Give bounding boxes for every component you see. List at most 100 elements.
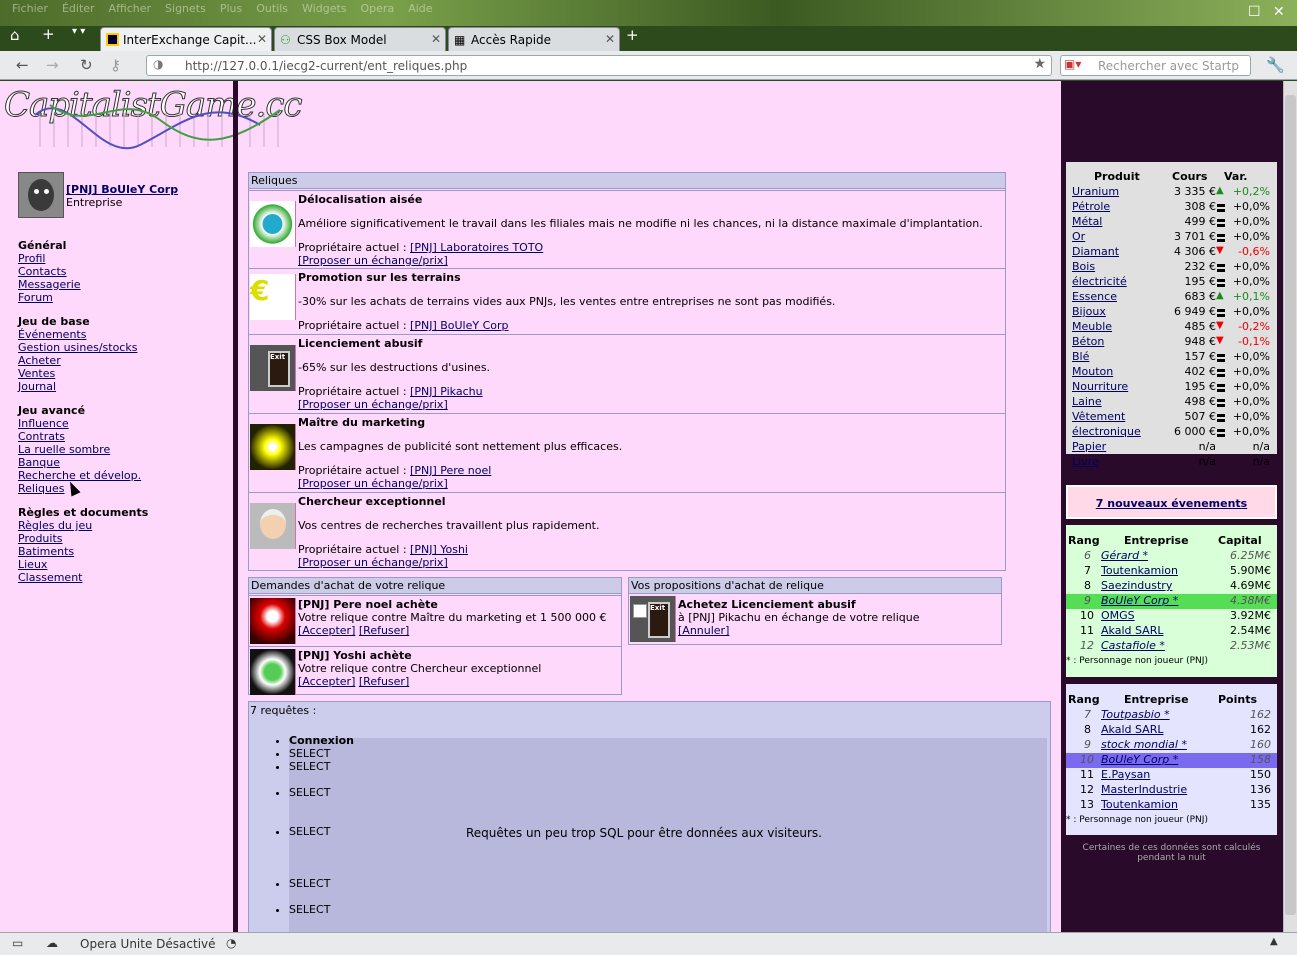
company-link[interactable]: Saezindustry	[1101, 579, 1172, 592]
sidebar-link[interactable]: La ruelle sombre	[18, 443, 110, 456]
propose-exchange-link[interactable]: [Proposer un échange/prix]	[298, 254, 448, 267]
user-name-link[interactable]: [PNJ] BoUleY Corp	[66, 183, 178, 196]
company-link[interactable]: BoUleY Corp *	[1101, 594, 1178, 607]
sidebar-link[interactable]: Classement	[18, 571, 82, 584]
search-engine-icon[interactable]: ▣▾	[1064, 57, 1081, 71]
product-link[interactable]: Métal	[1072, 215, 1102, 228]
menu-item[interactable]: Opera	[361, 2, 395, 15]
tab-acces-rapide[interactable]: ▦ Accès Rapide ✕	[448, 27, 620, 51]
accept-link[interactable]: [Accepter]	[298, 675, 355, 688]
product-link[interactable]: Vêtement	[1072, 410, 1125, 423]
propose-exchange-link[interactable]: [Proposer un échange/prix]	[298, 556, 448, 569]
company-link[interactable]: OMGS	[1101, 609, 1135, 622]
propose-exchange-link[interactable]: [Proposer un échange/prix]	[298, 477, 448, 490]
company-link[interactable]: stock mondial *	[1101, 738, 1187, 751]
reload-icon[interactable]: ↻	[80, 56, 93, 74]
product-link[interactable]: Uranium	[1072, 185, 1119, 198]
company-link[interactable]: Castafiole *	[1101, 639, 1165, 652]
sidebar-link[interactable]: Gestion usines/stocks	[18, 341, 137, 354]
owner-link[interactable]: [PNJ] BoUleY Corp	[410, 319, 508, 332]
scroll-thumb[interactable]	[1285, 95, 1296, 915]
new-tab-icon[interactable]: +	[42, 25, 55, 43]
sidebar-link[interactable]: Batiments	[18, 545, 74, 558]
product-link[interactable]: Laine	[1072, 395, 1102, 408]
search-input[interactable]: ▣▾ Rechercher avec Startp	[1060, 55, 1251, 76]
menu-item[interactable]: Plus	[220, 2, 242, 15]
product-link[interactable]: Béton	[1072, 335, 1104, 348]
company-link[interactable]: Gérard *	[1101, 549, 1148, 562]
tab-css-box-model[interactable]: ⚇ CSS Box Model ✕	[274, 27, 446, 51]
product-link[interactable]: Blé	[1072, 350, 1089, 363]
company-link[interactable]: BoUleY Corp *	[1101, 753, 1178, 766]
sidebar-link[interactable]: Recherche et dévelop.	[18, 469, 141, 482]
back-icon[interactable]: ←	[16, 56, 29, 74]
company-link[interactable]: Toutenkamion	[1101, 798, 1178, 811]
menu-item[interactable]: Éditer	[62, 2, 95, 15]
maximize-button[interactable]: ☐	[1248, 4, 1261, 20]
address-bar[interactable]: ◑ http://127.0.0.1/iecg2-current/ent_reli…	[146, 55, 1052, 76]
refuse-link[interactable]: [Refuser]	[359, 624, 409, 637]
close-tab-icon[interactable]: ✕	[257, 32, 267, 46]
speed-icon[interactable]: ◔	[226, 936, 236, 950]
product-link[interactable]: Livre	[1072, 455, 1099, 468]
sidebar-link[interactable]: Journal	[18, 380, 56, 393]
tab-interexchange[interactable]: InterExchange Capit... ✕	[100, 27, 272, 51]
wrench-icon[interactable]: 🔧	[1266, 56, 1285, 74]
tab-menu-icon[interactable]: ▾ ▾	[72, 26, 85, 37]
key-icon[interactable]: ⚷	[110, 56, 121, 74]
forward-icon[interactable]: →	[46, 56, 59, 74]
unite-icon[interactable]: ☁	[46, 936, 58, 950]
product-link[interactable]: Papier	[1072, 440, 1106, 453]
vertical-scrollbar[interactable]	[1283, 81, 1297, 932]
product-link[interactable]: électricité	[1072, 275, 1127, 288]
sidebar-link[interactable]: Contacts	[18, 265, 67, 278]
product-link[interactable]: Bijoux	[1072, 305, 1106, 318]
propose-exchange-link[interactable]: [Proposer un échange/prix]	[298, 398, 448, 411]
sidebar-link[interactable]: Ventes	[18, 367, 55, 380]
owner-link[interactable]: [PNJ] Pikachu	[410, 385, 483, 398]
company-link[interactable]: Toutenkamion	[1101, 564, 1178, 577]
sidebar-link[interactable]: Lieux	[18, 558, 47, 571]
company-link[interactable]: E.Paysan	[1101, 768, 1150, 781]
accept-link[interactable]: [Accepter]	[298, 624, 355, 637]
sidebar-link[interactable]: Influence	[18, 417, 69, 430]
menu-item[interactable]: Signets	[165, 2, 206, 15]
close-tab-icon[interactable]: ✕	[605, 32, 615, 46]
owner-link[interactable]: [PNJ] Pere noel	[410, 464, 491, 477]
sidebar-link[interactable]: Reliques	[18, 482, 64, 495]
sidebar-link[interactable]: Règles du jeu	[18, 519, 92, 532]
sidebar-link[interactable]: Produits	[18, 532, 63, 545]
add-tab-icon[interactable]: +	[626, 26, 639, 44]
close-tab-icon[interactable]: ✕	[431, 32, 441, 46]
company-link[interactable]: Akald SARL	[1101, 723, 1163, 736]
sidebar-link[interactable]: Acheter	[18, 354, 61, 367]
panel-toggle-icon[interactable]: ▭	[12, 936, 23, 950]
sidebar-link[interactable]: Événements	[18, 328, 86, 341]
company-link[interactable]: Toutpasbio *	[1101, 708, 1170, 721]
menu-item[interactable]: Fichier	[12, 2, 48, 15]
company-link[interactable]: Akald SARL	[1101, 624, 1163, 637]
sidebar-link[interactable]: Contrats	[18, 430, 65, 443]
product-link[interactable]: Meuble	[1072, 320, 1112, 333]
refuse-link[interactable]: [Refuser]	[359, 675, 409, 688]
sidebar-link[interactable]: Profil	[18, 252, 45, 265]
product-link[interactable]: Mouton	[1072, 365, 1113, 378]
cancel-proposition-link[interactable]: [Annuler]	[678, 624, 729, 637]
product-link[interactable]: Diamant	[1072, 245, 1119, 258]
bookmark-star-icon[interactable]: ★	[1033, 56, 1046, 72]
product-link[interactable]: Pétrole	[1072, 200, 1110, 213]
menu-item[interactable]: Widgets	[302, 2, 346, 15]
home-icon[interactable]: ⌂	[10, 26, 20, 44]
menu-bar[interactable]: Fichier Éditer Afficher Signets Plus Outils Wi…	[12, 2, 433, 15]
product-link[interactable]: électronique	[1072, 425, 1141, 438]
status-arrow-icon[interactable]: ▲	[1270, 936, 1278, 947]
menu-item[interactable]: Aide	[408, 2, 432, 15]
owner-link[interactable]: [PNJ] Laboratoires TOTO	[410, 241, 543, 254]
company-link[interactable]: MasterIndustrie	[1101, 783, 1187, 796]
sidebar-link[interactable]: Messagerie	[18, 278, 81, 291]
owner-link[interactable]: [PNJ] Yoshi	[410, 543, 468, 556]
product-link[interactable]: Essence	[1072, 290, 1117, 303]
sidebar-link[interactable]: Forum	[18, 291, 53, 304]
product-link[interactable]: Or	[1072, 230, 1085, 243]
menu-item[interactable]: Afficher	[109, 2, 151, 15]
